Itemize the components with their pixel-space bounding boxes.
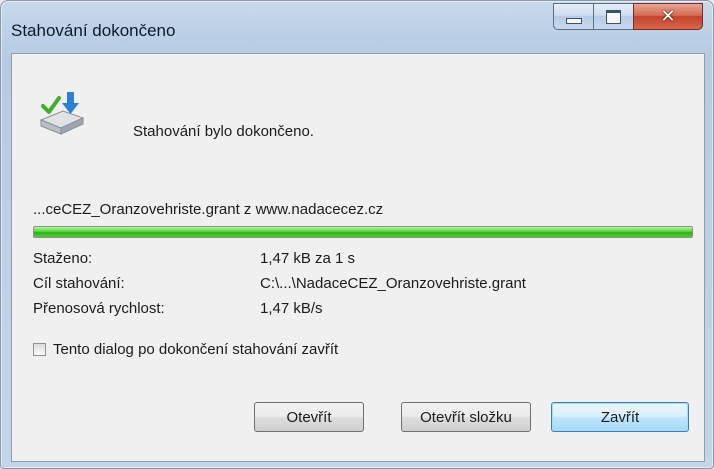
destination-value: C:\...\NadaceCEZ_Oranzovehriste.grant bbox=[260, 275, 526, 292]
open-folder-button[interactable]: Otevřít složku bbox=[401, 402, 531, 432]
title-bar[interactable]: Stahování dokončeno ✕ bbox=[1, 1, 713, 53]
close-button[interactable]: Zavřít bbox=[551, 402, 689, 432]
download-progress-bar bbox=[33, 226, 693, 238]
close-on-complete-label[interactable]: Tento dialog po dokončení stahování zavř… bbox=[53, 341, 338, 358]
open-button[interactable]: Otevřít bbox=[254, 402, 364, 432]
minimize-button[interactable] bbox=[553, 3, 593, 30]
close-on-complete-option[interactable]: Tento dialog po dokončení stahování zavř… bbox=[33, 341, 338, 358]
maximize-icon bbox=[606, 9, 621, 24]
transfer-rate-label: Přenosová rychlost: bbox=[33, 300, 165, 317]
status-message: Stahování bylo dokončeno. bbox=[133, 123, 314, 140]
close-icon: ✕ bbox=[660, 6, 676, 27]
destination-label: Cíl stahování: bbox=[33, 275, 125, 292]
close-on-complete-checkbox[interactable] bbox=[33, 343, 46, 356]
close-window-button[interactable]: ✕ bbox=[633, 3, 703, 30]
download-complete-icon bbox=[39, 92, 85, 135]
caption-buttons: ✕ bbox=[553, 3, 703, 30]
window-title: Stahování dokončeno bbox=[11, 21, 176, 40]
maximize-button[interactable] bbox=[593, 3, 633, 30]
progress-fill bbox=[34, 227, 692, 237]
downloaded-label: Staženo: bbox=[33, 250, 93, 267]
minimize-icon bbox=[565, 18, 582, 24]
transfer-rate-value: 1,47 kB/s bbox=[260, 300, 323, 317]
dialog-body: Stahování bylo dokončeno. ...ceCEZ_Oranz… bbox=[11, 53, 705, 462]
download-complete-dialog: Stahování dokončeno ✕ Stahování bylo dok… bbox=[0, 0, 714, 469]
downloaded-value: 1,47 kB za 1 s bbox=[260, 250, 356, 267]
file-source-label: ...ceCEZ_Oranzovehriste.grant z www.nada… bbox=[33, 201, 384, 218]
